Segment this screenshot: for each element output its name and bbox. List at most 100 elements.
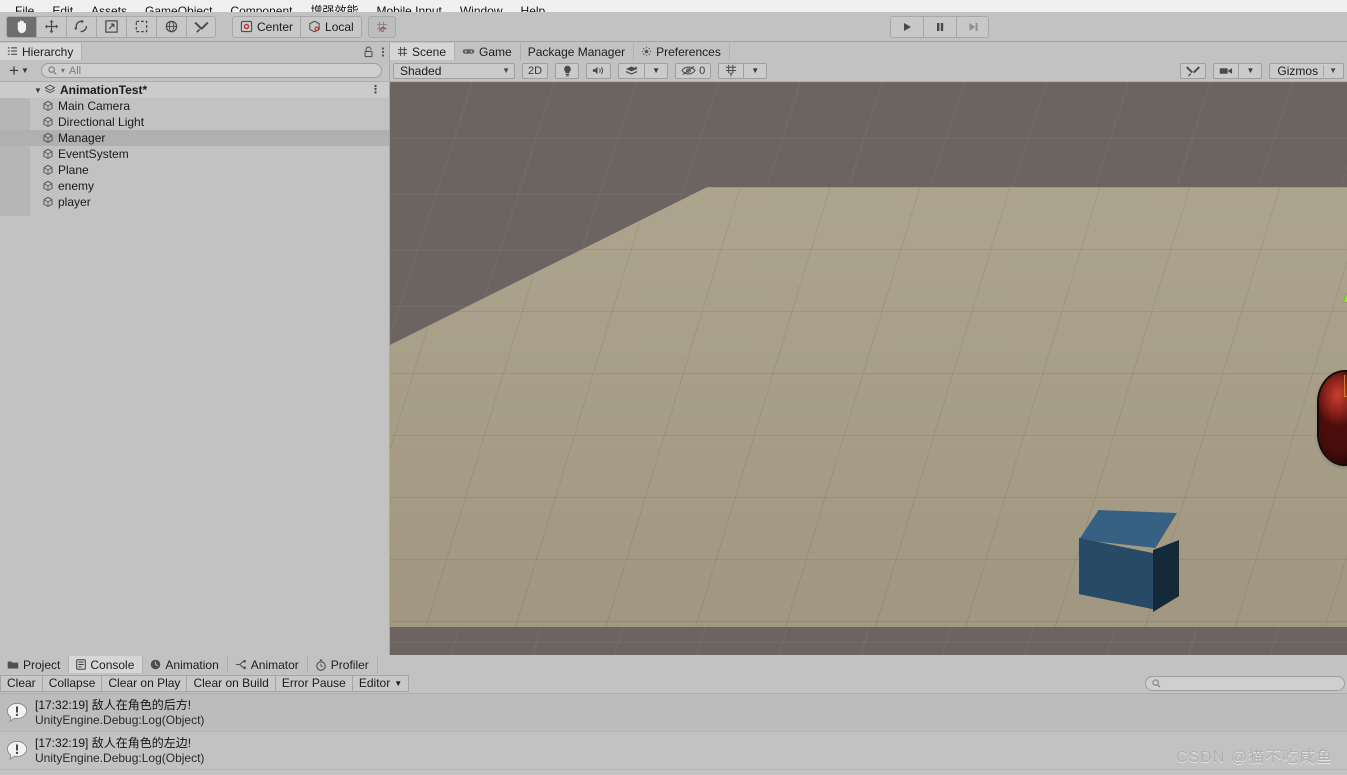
- menu-item-enhance[interactable]: 增强效能: [301, 5, 367, 12]
- animation-clock-icon: [151, 659, 161, 670]
- tools-icon: [1186, 66, 1201, 77]
- scale-tool-button[interactable]: [96, 15, 126, 38]
- hierarchy-item-directional-light[interactable]: Directional Light: [0, 114, 389, 130]
- console-clear-button[interactable]: Clear: [0, 674, 43, 692]
- tab-console[interactable]: Console: [69, 656, 144, 673]
- hierarchy-panel: Hierarchy + ▼ ▾ All ▼ AnimationTest* ⋮ M…: [0, 43, 389, 655]
- console-log-subtitle: UnityEngine.Debug:Log(Object): [35, 712, 205, 727]
- console-log-entry[interactable]: [17:32:19] 敌人在角色的后方! UnityEngine.Debug:L…: [0, 694, 1347, 732]
- gameobject-icon: [42, 164, 54, 176]
- toggle-2d-button[interactable]: 2D: [522, 62, 549, 79]
- scene-visibility-button[interactable]: 0: [675, 62, 712, 79]
- console-search-input[interactable]: [1145, 676, 1345, 691]
- menu-item-window[interactable]: Window: [451, 5, 512, 12]
- watermark: CSDN @猫不吃咸鱼: [1175, 749, 1333, 766]
- chevron-down-icon[interactable]: ▼: [1329, 66, 1341, 75]
- menu-item-edit[interactable]: Edit: [43, 5, 82, 12]
- hierarchy-search-input[interactable]: ▾ All: [40, 63, 382, 78]
- hierarchy-search-placeholder: All: [68, 64, 82, 77]
- console-clear-on-build-label: Clear on Build: [193, 676, 269, 690]
- hierarchy-root-row[interactable]: ▼ AnimationTest* ⋮: [0, 82, 389, 98]
- shading-mode-dropdown[interactable]: Shaded ▼: [393, 62, 515, 79]
- tab-scene[interactable]: Scene: [390, 43, 456, 60]
- transform-tool-button[interactable]: [156, 15, 186, 38]
- gameobject-icon: [42, 100, 54, 112]
- pivot-rotation-label: Local: [325, 19, 354, 34]
- hierarchy-item-plane[interactable]: Plane: [0, 162, 389, 178]
- lock-icon[interactable]: [363, 46, 374, 58]
- scene-toolbar: Shaded ▼ 2D ▼ 0 ▼ ▼ Gizmos ▼: [390, 60, 1347, 82]
- console-error-pause-button[interactable]: Error Pause: [275, 674, 353, 692]
- player-cube-object[interactable]: [1079, 510, 1179, 612]
- hierarchy-item-manager[interactable]: Manager: [0, 130, 389, 146]
- scene-camera-dropdown[interactable]: ▼: [1238, 62, 1263, 79]
- pivot-mode-button[interactable]: Center: [232, 15, 301, 38]
- gameobject-icon: [42, 180, 54, 192]
- scene-fx-button[interactable]: [618, 62, 645, 79]
- hierarchy-item-main-camera[interactable]: Main Camera: [0, 98, 389, 114]
- custom-editor-tool-button[interactable]: [186, 15, 216, 38]
- hierarchy-item-label: Directional Light: [58, 115, 145, 129]
- rect-tool-button[interactable]: [126, 15, 156, 38]
- console-clear-on-build-button[interactable]: Clear on Build: [187, 674, 276, 692]
- toggle-lighting-button[interactable]: [555, 62, 580, 79]
- tab-animator[interactable]: Animator: [227, 656, 308, 673]
- console-tabbar: Project Console Animation Animator Profi…: [0, 656, 1347, 673]
- play-button[interactable]: [890, 16, 923, 38]
- tab-hierarchy-label: Hierarchy: [22, 44, 74, 59]
- grid-axis-icon: [726, 64, 737, 77]
- console-editor-dropdown[interactable]: Editor ▼: [352, 674, 410, 692]
- scene-tools-button[interactable]: [1180, 62, 1207, 79]
- hierarchy-row-kebab-icon[interactable]: ⋮: [370, 85, 381, 96]
- chevron-down-icon: ▼: [502, 66, 510, 75]
- cube-front-face: [1079, 538, 1157, 610]
- console-clear-on-play-button[interactable]: Clear on Play: [102, 674, 188, 692]
- hierarchy-toolbar: + ▼ ▾ All: [0, 60, 389, 82]
- hierarchy-item-label: Plane: [58, 163, 89, 177]
- tab-game[interactable]: Game: [455, 43, 521, 60]
- scene-fx-dropdown[interactable]: ▼: [644, 62, 669, 79]
- tab-preferences[interactable]: Preferences: [634, 43, 730, 60]
- step-button[interactable]: [956, 16, 989, 38]
- pivot-rotation-button[interactable]: Local: [300, 15, 362, 38]
- tab-package-manager[interactable]: Package Manager: [520, 43, 635, 60]
- chevron-down-icon: ▼: [751, 66, 760, 75]
- hand-tool-button[interactable]: [6, 15, 36, 38]
- menu-item-component[interactable]: Component: [221, 5, 301, 12]
- rotate-tool-button[interactable]: [66, 15, 96, 38]
- hierarchy-item-eventsystem[interactable]: EventSystem: [0, 146, 389, 162]
- eye-off-icon: [681, 66, 696, 75]
- tab-hierarchy[interactable]: Hierarchy: [0, 43, 83, 60]
- menu-item-gameobject[interactable]: GameObject: [136, 5, 221, 12]
- grid-dropdown[interactable]: ▼: [743, 62, 768, 79]
- pause-button[interactable]: [923, 16, 956, 38]
- tab-profiler[interactable]: Profiler: [307, 656, 378, 673]
- menu-item-help[interactable]: Help: [512, 5, 555, 12]
- console-icon: [76, 659, 87, 670]
- grid-visibility-button[interactable]: [718, 62, 744, 79]
- grid-snapping-button[interactable]: [367, 15, 396, 38]
- console-log-entry[interactable]: [17:32:19] 敌人在角色的左边! UnityEngine.Debug:L…: [0, 732, 1347, 770]
- hierarchy-tree: ▼ AnimationTest* ⋮ Main Camera Direction…: [0, 82, 389, 655]
- hierarchy-item-enemy[interactable]: enemy: [0, 178, 389, 194]
- kebab-menu-icon[interactable]: [381, 46, 385, 58]
- gizmos-toggle[interactable]: Gizmos ▼: [1269, 62, 1344, 79]
- move-gizmo[interactable]: [1270, 277, 1347, 477]
- menu-item-file[interactable]: File: [6, 5, 43, 12]
- chevron-down-icon: ▼: [652, 66, 661, 75]
- gameobject-icon: [42, 116, 54, 128]
- menu-item-assets[interactable]: Assets: [82, 5, 136, 12]
- console-collapse-button[interactable]: Collapse: [42, 674, 103, 692]
- scene-icon: [44, 84, 56, 96]
- menu-item-mobile-input[interactable]: Mobile Input: [367, 5, 450, 12]
- hierarchy-add-button[interactable]: + ▼: [4, 62, 34, 79]
- tab-project[interactable]: Project: [0, 656, 70, 673]
- tab-animation[interactable]: Animation: [143, 656, 228, 673]
- shading-mode-label: Shaded: [400, 63, 442, 78]
- hierarchy-item-player[interactable]: player: [0, 194, 389, 210]
- move-tool-button[interactable]: [36, 15, 66, 38]
- scene-camera-button[interactable]: [1213, 62, 1239, 79]
- expand-triangle-icon[interactable]: ▼: [32, 86, 44, 95]
- toggle-audio-button[interactable]: [586, 62, 612, 79]
- scene-viewport[interactable]: [390, 82, 1347, 655]
